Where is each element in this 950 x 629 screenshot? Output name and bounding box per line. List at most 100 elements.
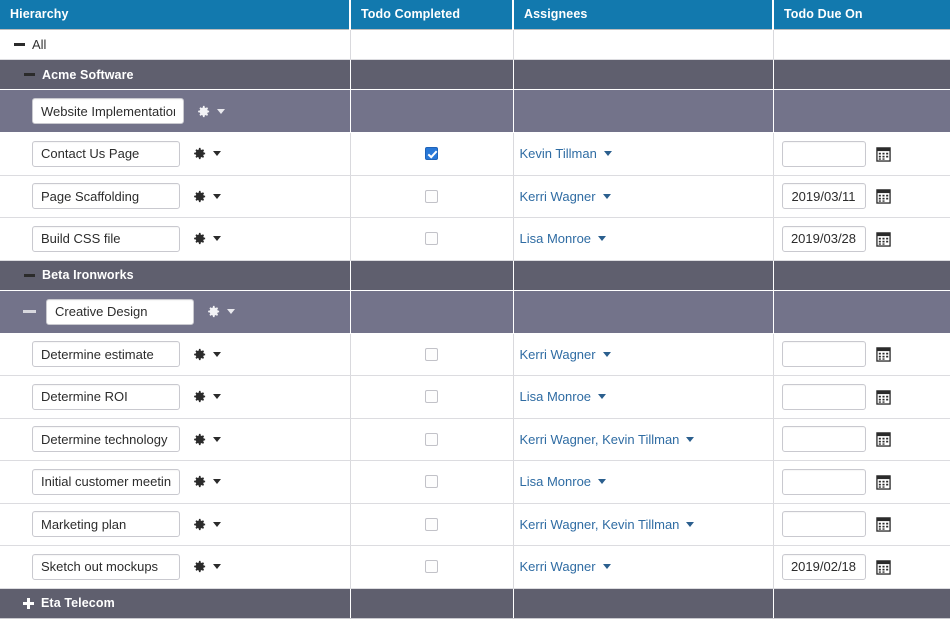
assignees-dropdown[interactable]: Kerri Wagner	[514, 189, 773, 204]
todo-completed-checkbox[interactable]	[425, 390, 438, 403]
table-header: Hierarchy Todo Completed Assignees Todo …	[0, 0, 950, 30]
assignees-dropdown[interactable]: Kevin Tillman	[514, 146, 773, 161]
calendar-icon[interactable]	[875, 388, 893, 406]
hierarchy-name-input[interactable]	[32, 384, 180, 410]
table-row: Kerri Wagner, Kevin Tillman	[0, 503, 950, 546]
row-actions-menu[interactable]	[192, 517, 221, 532]
todo-due-date-input[interactable]	[782, 554, 866, 580]
todo-completed-checkbox[interactable]	[425, 518, 438, 531]
assignees-dropdown[interactable]: Kerri Wagner	[514, 347, 773, 362]
cell-todo-completed	[350, 503, 513, 546]
hierarchy-name-input[interactable]	[32, 183, 180, 209]
row-actions-menu[interactable]	[192, 189, 221, 204]
todo-completed-checkbox[interactable]	[425, 147, 438, 160]
hierarchy-name-input[interactable]	[32, 141, 180, 167]
collapse-minus-icon[interactable]	[22, 68, 36, 82]
chevron-down-icon	[213, 479, 221, 484]
table-row: Acme Software	[0, 60, 950, 90]
todo-completed-checkbox[interactable]	[425, 433, 438, 446]
expand-plus-icon[interactable]	[22, 597, 35, 610]
todo-completed-checkbox[interactable]	[425, 232, 438, 245]
todo-due-date-input[interactable]	[782, 426, 866, 452]
calendar-icon[interactable]	[875, 430, 893, 448]
calendar-icon[interactable]	[875, 230, 893, 248]
row-actions-menu[interactable]	[192, 389, 221, 404]
hierarchy-label: All	[32, 37, 46, 52]
table-row: Lisa Monroe	[0, 376, 950, 419]
hierarchy-name-input[interactable]	[46, 299, 194, 325]
hierarchy-label: Beta Ironworks	[42, 268, 134, 282]
todo-due-date-input[interactable]	[782, 384, 866, 410]
todo-due-date-input[interactable]	[782, 341, 866, 367]
chevron-down-icon	[686, 522, 694, 527]
hierarchy-name-input[interactable]	[32, 511, 180, 537]
hierarchy-label: Acme Software	[42, 68, 134, 82]
column-header-hierarchy[interactable]: Hierarchy	[0, 0, 350, 30]
collapse-minus-icon[interactable]	[22, 268, 36, 282]
column-header-todo-completed[interactable]: Todo Completed	[350, 0, 513, 30]
cell-hierarchy: All	[0, 30, 350, 60]
row-actions-menu[interactable]	[206, 304, 235, 319]
calendar-icon[interactable]	[875, 187, 893, 205]
collapse-minus-icon[interactable]	[12, 38, 26, 52]
chevron-down-icon	[213, 236, 221, 241]
hierarchy-name-input[interactable]	[32, 469, 180, 495]
todo-due-date-input[interactable]	[782, 511, 866, 537]
assignees-dropdown[interactable]: Lisa Monroe	[514, 231, 773, 246]
row-actions-menu[interactable]	[192, 474, 221, 489]
cell-todo-completed	[350, 290, 513, 333]
hierarchy-name-input[interactable]	[32, 554, 180, 580]
cell-assignees	[513, 260, 773, 290]
todo-completed-checkbox[interactable]	[425, 475, 438, 488]
cell-assignees: Lisa Monroe	[513, 218, 773, 261]
cell-assignees: Kerri Wagner, Kevin Tillman	[513, 503, 773, 546]
row-actions-menu[interactable]	[192, 347, 221, 362]
todo-due-date-input[interactable]	[782, 469, 866, 495]
chevron-down-icon	[217, 109, 225, 114]
assignees-dropdown[interactable]: Kerri Wagner	[514, 559, 773, 574]
calendar-icon[interactable]	[875, 515, 893, 533]
collapse-minus-icon[interactable]	[20, 303, 38, 321]
row-actions-menu[interactable]	[196, 104, 225, 119]
todo-due-date-input[interactable]	[782, 183, 866, 209]
row-actions-menu[interactable]	[192, 559, 221, 574]
cell-todo-completed	[350, 218, 513, 261]
column-header-assignees[interactable]: Assignees	[513, 0, 773, 30]
cell-todo-completed	[350, 90, 513, 133]
cell-todo-completed	[350, 418, 513, 461]
assignees-dropdown[interactable]: Kerri Wagner, Kevin Tillman	[514, 517, 773, 532]
assignees-dropdown[interactable]: Lisa Monroe	[514, 389, 773, 404]
cell-assignees: Kerri Wagner, Kevin Tillman	[513, 418, 773, 461]
cell-todo-due-on	[773, 588, 950, 618]
todo-completed-checkbox[interactable]	[425, 190, 438, 203]
cell-assignees: Lisa Monroe	[513, 461, 773, 504]
cell-todo-due-on	[773, 175, 950, 218]
hierarchy-name-input[interactable]	[32, 226, 180, 252]
row-actions-menu[interactable]	[192, 146, 221, 161]
header-row: Hierarchy Todo Completed Assignees Todo …	[0, 0, 950, 30]
hierarchy-name-input[interactable]	[32, 426, 180, 452]
todo-due-date-input[interactable]	[782, 141, 866, 167]
assignees-dropdown[interactable]: Kerri Wagner, Kevin Tillman	[514, 432, 773, 447]
cell-hierarchy	[0, 290, 350, 333]
cell-hierarchy	[0, 461, 350, 504]
calendar-icon[interactable]	[875, 345, 893, 363]
cell-todo-completed	[350, 60, 513, 90]
hierarchy-name-input[interactable]	[32, 341, 180, 367]
row-actions-menu[interactable]	[192, 231, 221, 246]
cell-assignees	[513, 90, 773, 133]
column-header-todo-due-on[interactable]: Todo Due On	[773, 0, 950, 30]
hierarchy-name-input[interactable]	[32, 98, 184, 124]
calendar-icon[interactable]	[875, 473, 893, 491]
cell-assignees: Kerri Wagner	[513, 546, 773, 589]
cell-hierarchy: Acme Software	[0, 60, 350, 90]
todo-completed-checkbox[interactable]	[425, 560, 438, 573]
assignees-dropdown[interactable]: Lisa Monroe	[514, 474, 773, 489]
todo-completed-checkbox[interactable]	[425, 348, 438, 361]
todo-due-date-input[interactable]	[782, 226, 866, 252]
cell-assignees: Kerri Wagner	[513, 175, 773, 218]
calendar-icon[interactable]	[875, 145, 893, 163]
assignees-label: Kerri Wagner	[520, 559, 596, 574]
calendar-icon[interactable]	[875, 558, 893, 576]
row-actions-menu[interactable]	[192, 432, 221, 447]
